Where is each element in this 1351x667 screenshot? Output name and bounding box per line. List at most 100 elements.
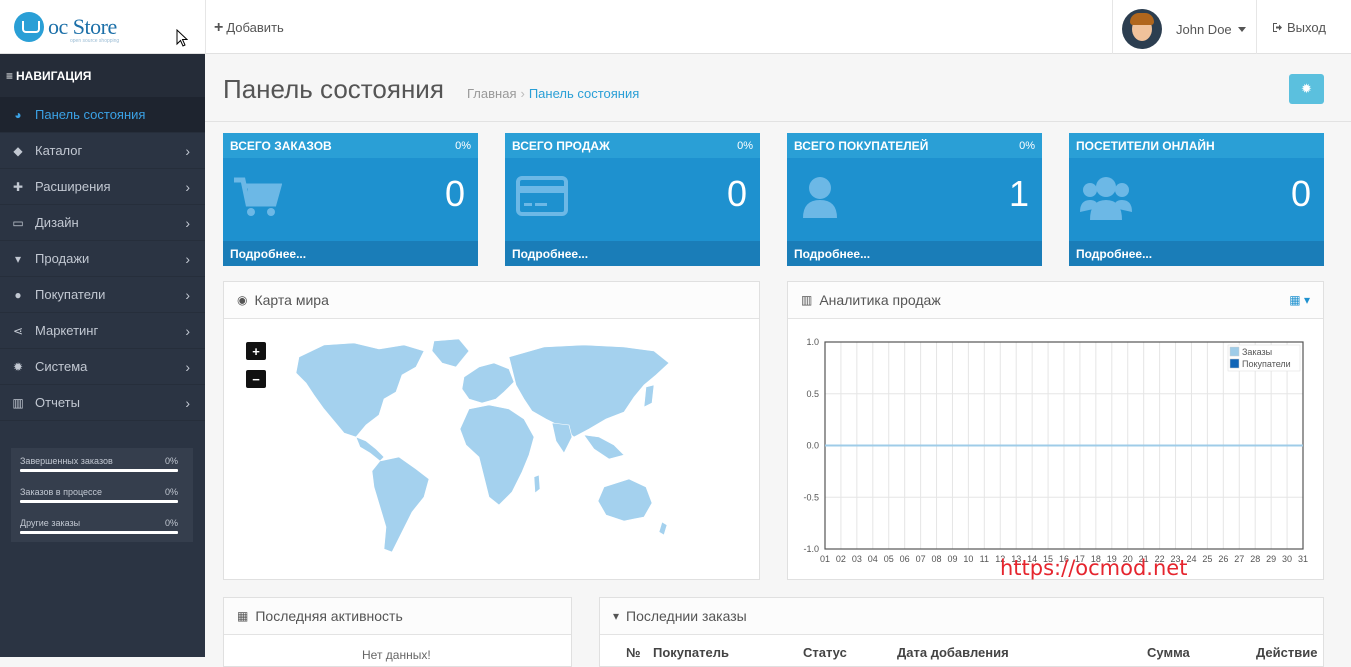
sidebar-item-system[interactable]: ✹ Система › xyxy=(0,349,205,385)
stat-value: 0% xyxy=(164,518,178,528)
logout-label: Выход xyxy=(1287,20,1326,35)
world-map[interactable] xyxy=(284,337,674,567)
header-divider xyxy=(1256,0,1257,54)
credit-card-icon xyxy=(516,176,568,216)
map-region-central-america xyxy=(355,436,385,462)
tile-percent: 0% xyxy=(737,139,753,152)
chevron-right-icon: › xyxy=(185,250,190,267)
tile-value: 1 xyxy=(1008,173,1029,214)
chevron-right-icon: › xyxy=(185,214,190,231)
sidebar-item-label: Каталог xyxy=(35,143,83,158)
tile-value: 0 xyxy=(444,173,465,214)
sidebar-item-label: Продажи xyxy=(35,251,90,266)
menu-bars-icon: ≡ xyxy=(6,68,14,83)
logo-subtitle: open source shopping xyxy=(70,38,120,44)
x-tick-label: 09 xyxy=(947,554,957,564)
sign-out-icon xyxy=(1273,23,1282,32)
logout-button[interactable]: Выход xyxy=(1272,20,1326,35)
logo-text: oc Store xyxy=(48,14,117,39)
column-header-customer[interactable]: Покупатель xyxy=(653,645,729,660)
sales-analytics-panel: ▥ Аналитика продаж ▦ ▾ 1.0 0.5 0.0 -0.5 -1.0… xyxy=(787,281,1324,580)
x-tick-label: 25 xyxy=(1202,554,1212,564)
map-region-new-zealand xyxy=(658,521,668,536)
legend-swatch xyxy=(1229,358,1240,369)
tag-icon: ◆ xyxy=(13,143,23,158)
panel-title: Карта мира xyxy=(254,292,329,308)
user-menu[interactable]: John Doe xyxy=(1122,9,1246,49)
top-header: oc Store open source shopping + Добавить… xyxy=(0,0,1351,54)
sidebar-item-label: Отчеты xyxy=(35,395,80,410)
sidebar-item-customers[interactable]: ● Покупатели › xyxy=(0,277,205,313)
sidebar-item-dashboard[interactable]: ◕ Панель состояния xyxy=(0,97,205,133)
sidebar-item-design[interactable]: ▭ Дизайн › xyxy=(0,205,205,241)
gear-icon: ✹ xyxy=(12,359,24,374)
cart-icon: ▾ xyxy=(613,609,620,623)
chevron-right-icon: › xyxy=(185,394,190,411)
panel-title: Аналитика продаж xyxy=(819,292,941,308)
monitor-icon: ▭ xyxy=(12,215,24,230)
x-tick-label: 03 xyxy=(852,554,862,564)
map-zoom-in-button[interactable]: + xyxy=(246,342,266,360)
x-tick-label: 27 xyxy=(1234,554,1244,564)
sidebar-item-catalog[interactable]: ◆ Каталог › xyxy=(0,133,205,169)
map-region-north-america xyxy=(295,342,425,438)
globe-icon: ◉ xyxy=(237,293,248,307)
plus-icon: + xyxy=(214,18,224,36)
sidebar-item-label: Панель состояния xyxy=(35,107,146,122)
column-header-status[interactable]: Статус xyxy=(803,645,847,660)
chevron-right-icon: › xyxy=(185,142,190,159)
page-title: Панель состояния xyxy=(223,74,444,104)
x-tick-label: 11 xyxy=(980,554,989,564)
logo-cart-icon xyxy=(14,12,44,42)
sidebar-item-sales[interactable]: ▾ Продажи › xyxy=(0,241,205,277)
share-icon: ⋖ xyxy=(12,323,24,338)
user-icon: ● xyxy=(14,287,22,302)
add-button[interactable]: + Добавить xyxy=(214,18,284,36)
sidebar-item-reports[interactable]: ▥ Отчеты › xyxy=(0,385,205,421)
bar-chart-icon: ▥ xyxy=(12,395,24,410)
logo[interactable]: oc Store open source shopping xyxy=(12,12,162,46)
order-stats: Завершенных заказов 0% Заказов в процесс… xyxy=(11,448,193,542)
settings-button[interactable]: ✹ xyxy=(1289,74,1324,104)
navigation-header[interactable]: ≡ НАВИГАЦИЯ xyxy=(0,54,205,97)
tile-more-link[interactable]: Подробнее... xyxy=(223,241,478,266)
breadcrumb: Главная › Панель состояния xyxy=(467,86,639,101)
map-region-australia xyxy=(597,478,653,522)
column-header-action[interactable]: Действие xyxy=(1256,645,1317,660)
y-tick-label: -1.0 xyxy=(803,544,819,554)
sidebar-item-marketing[interactable]: ⋖ Маркетинг › xyxy=(0,313,205,349)
tile-more-link[interactable]: Подробнее... xyxy=(505,241,760,266)
breadcrumb-home[interactable]: Главная xyxy=(467,86,516,101)
x-tick-label: 08 xyxy=(932,554,942,564)
chevron-right-icon: › xyxy=(185,178,190,195)
breadcrumb-current[interactable]: Панель состояния xyxy=(529,86,639,101)
tile-total-customers: ВСЕГО ПОКУПАТЕЛЕЙ 0% 1 Подробнее... xyxy=(787,133,1042,266)
panel-title: Последняя активность xyxy=(255,608,403,624)
tile-percent: 0% xyxy=(455,139,471,152)
sidebar-item-extensions[interactable]: ✚ Расширения › xyxy=(0,169,205,205)
tile-total-orders: ВСЕГО ЗАКАЗОВ 0% 0 Подробнее... xyxy=(223,133,478,266)
header-divider xyxy=(1112,0,1113,54)
tile-more-link[interactable]: Подробнее... xyxy=(787,241,1042,266)
y-tick-label: 1.0 xyxy=(806,337,819,347)
stat-label: Заказов в процессе xyxy=(20,487,103,497)
column-header-date-added[interactable]: Дата добавления xyxy=(897,645,1009,660)
x-tick-label: 26 xyxy=(1218,554,1228,564)
tile-value: 0 xyxy=(726,173,747,214)
x-tick-label: 31 xyxy=(1298,554,1308,564)
progress-bar xyxy=(20,500,178,503)
sidebar-item-label: Расширения xyxy=(35,179,111,194)
avatar xyxy=(1122,9,1162,49)
tile-more-link[interactable]: Подробнее... xyxy=(1069,241,1324,266)
add-button-label: Добавить xyxy=(226,20,284,35)
calendar-dropdown-button[interactable]: ▦ ▾ xyxy=(1289,293,1310,307)
stat-label: Завершенных заказов xyxy=(20,456,113,466)
map-region-madagascar xyxy=(533,474,541,494)
no-data-message: Нет данных! xyxy=(362,648,431,662)
column-header-total[interactable]: Сумма xyxy=(1147,645,1190,660)
map-zoom-out-button[interactable]: − xyxy=(246,370,266,388)
users-icon xyxy=(1080,177,1132,220)
x-tick-label: 05 xyxy=(884,554,894,564)
column-header-number[interactable]: № xyxy=(626,645,641,660)
legend-swatch xyxy=(1229,346,1240,357)
